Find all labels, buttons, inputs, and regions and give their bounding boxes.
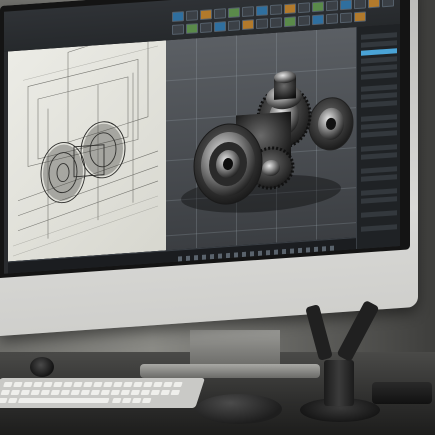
toolbar-icon[interactable] — [242, 19, 254, 31]
tool-holder-cup — [324, 360, 354, 406]
toolbar-icon[interactable] — [340, 0, 352, 11]
panel-row[interactable] — [361, 84, 397, 92]
gear-assembly-model — [181, 71, 354, 213]
toolbar-icon[interactable] — [172, 24, 184, 35]
panel-row[interactable] — [361, 144, 397, 152]
properties-panel[interactable] — [356, 24, 400, 250]
toolbar-icon[interactable] — [382, 0, 394, 8]
panel-row[interactable] — [361, 64, 397, 72]
panel-row[interactable] — [361, 174, 397, 182]
toolbar-icon[interactable] — [172, 11, 184, 22]
toolbar-icon[interactable] — [340, 12, 352, 24]
toolbar-icon[interactable] — [298, 2, 310, 14]
toolbar-icon[interactable] — [186, 10, 198, 21]
sketch-viewport[interactable] — [8, 26, 166, 262]
keyboard[interactable] — [0, 378, 205, 408]
toolbar-icon[interactable] — [242, 6, 254, 18]
panel-row[interactable] — [361, 152, 397, 160]
wireframe-sketch — [12, 26, 159, 257]
cad-screen — [4, 24, 400, 274]
toolbar-icon[interactable] — [326, 0, 338, 12]
monitor-stand-base — [140, 364, 320, 378]
panel-row[interactable] — [361, 32, 397, 40]
toolbar-icon[interactable] — [284, 16, 296, 28]
monitor-stand-neck — [190, 330, 280, 368]
desk-knob — [30, 357, 54, 377]
panel-row[interactable] — [361, 166, 397, 174]
toolbar-icon[interactable] — [256, 18, 268, 30]
computer-mouse[interactable] — [196, 394, 282, 424]
panel-row[interactable] — [361, 196, 397, 204]
toolbar-icon[interactable] — [354, 0, 366, 10]
panel-row[interactable] — [361, 122, 397, 130]
panel-row[interactable] — [361, 92, 397, 100]
panel-row[interactable] — [361, 130, 397, 138]
toolbar-icon[interactable] — [256, 5, 268, 17]
panel-row[interactable] — [361, 224, 397, 232]
toolbar-icon[interactable] — [312, 14, 324, 26]
panel-row[interactable] — [361, 188, 397, 196]
panel-row[interactable] — [361, 56, 397, 64]
3d-viewport[interactable] — [166, 27, 356, 251]
toolbar-icon[interactable] — [270, 4, 282, 16]
toolbar-icon[interactable] — [228, 20, 240, 32]
desk-objects — [372, 382, 432, 404]
toolbar-icon[interactable] — [368, 0, 380, 9]
panel-row[interactable] — [361, 40, 397, 48]
toolbar-icon[interactable] — [228, 7, 240, 19]
panel-row[interactable] — [361, 114, 397, 122]
toolbar-icon[interactable] — [200, 9, 212, 21]
toolbar-icon[interactable] — [284, 3, 296, 15]
toolbar-icon[interactable] — [186, 23, 198, 34]
toolbar-icon[interactable] — [214, 21, 226, 33]
toolbar-icon[interactable] — [312, 1, 324, 13]
monitor-bezel — [0, 0, 410, 278]
panel-row-selected[interactable] — [361, 48, 397, 56]
monitor — [0, 0, 418, 336]
toolbar-icon[interactable] — [298, 15, 310, 27]
toolbar-icon[interactable] — [354, 11, 366, 23]
panel-row[interactable] — [361, 210, 397, 218]
toolbar-icon[interactable] — [200, 22, 212, 34]
toolbar-icon[interactable] — [270, 17, 282, 29]
panel-row[interactable] — [361, 100, 397, 108]
panel-row[interactable] — [361, 72, 397, 80]
toolbar-icon[interactable] — [326, 13, 338, 25]
toolbar-icon[interactable] — [214, 8, 226, 20]
